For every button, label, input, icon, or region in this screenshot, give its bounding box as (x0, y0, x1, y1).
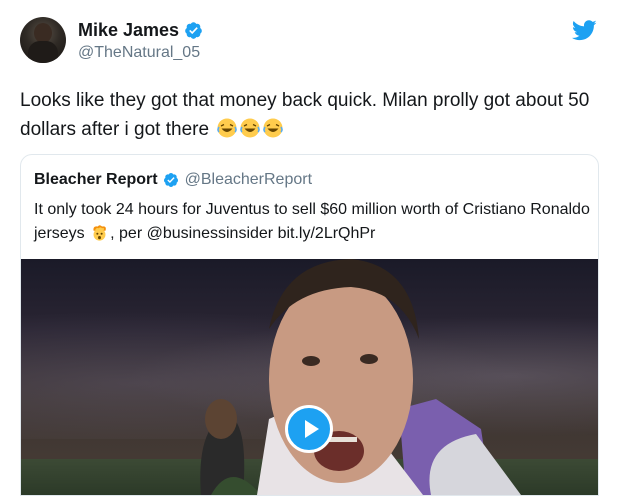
quoted-text: It only took 24 hours for Juventus to se… (34, 198, 594, 246)
play-button[interactable] (285, 405, 333, 453)
avatar-head (34, 23, 52, 43)
laughing-emoji-icon (217, 118, 238, 138)
video-thumbnail[interactable] (21, 259, 598, 495)
player-figure (200, 259, 521, 495)
quoted-tweet[interactable]: Bleacher Report @BleacherReport It only … (20, 154, 599, 496)
laughing-emoji-icon (240, 118, 261, 138)
avatar[interactable] (20, 17, 66, 63)
exploding-head-emoji-icon (93, 225, 107, 241)
quoted-author-row: Bleacher Report @BleacherReport (34, 171, 312, 189)
twitter-bird-icon[interactable] (572, 20, 597, 41)
handle[interactable]: @TheNatural_05 (78, 44, 200, 62)
author-row: Mike James (78, 20, 203, 41)
verified-icon (185, 22, 202, 39)
quoted-display-name[interactable]: Bleacher Report (34, 171, 158, 189)
verified-icon (163, 173, 178, 187)
tweet-text: Looks like they got that money back quic… (20, 86, 610, 144)
play-icon (305, 420, 319, 438)
display-name[interactable]: Mike James (78, 20, 179, 41)
laughing-emoji-icon (263, 118, 284, 138)
avatar-torso (28, 41, 58, 63)
quoted-text-tail: , per @businessinsider bit.ly/2LrQhPr (110, 225, 376, 242)
quoted-handle[interactable]: @BleacherReport (185, 171, 312, 189)
tweet-text-body: Looks like they got that money back quic… (20, 90, 590, 140)
